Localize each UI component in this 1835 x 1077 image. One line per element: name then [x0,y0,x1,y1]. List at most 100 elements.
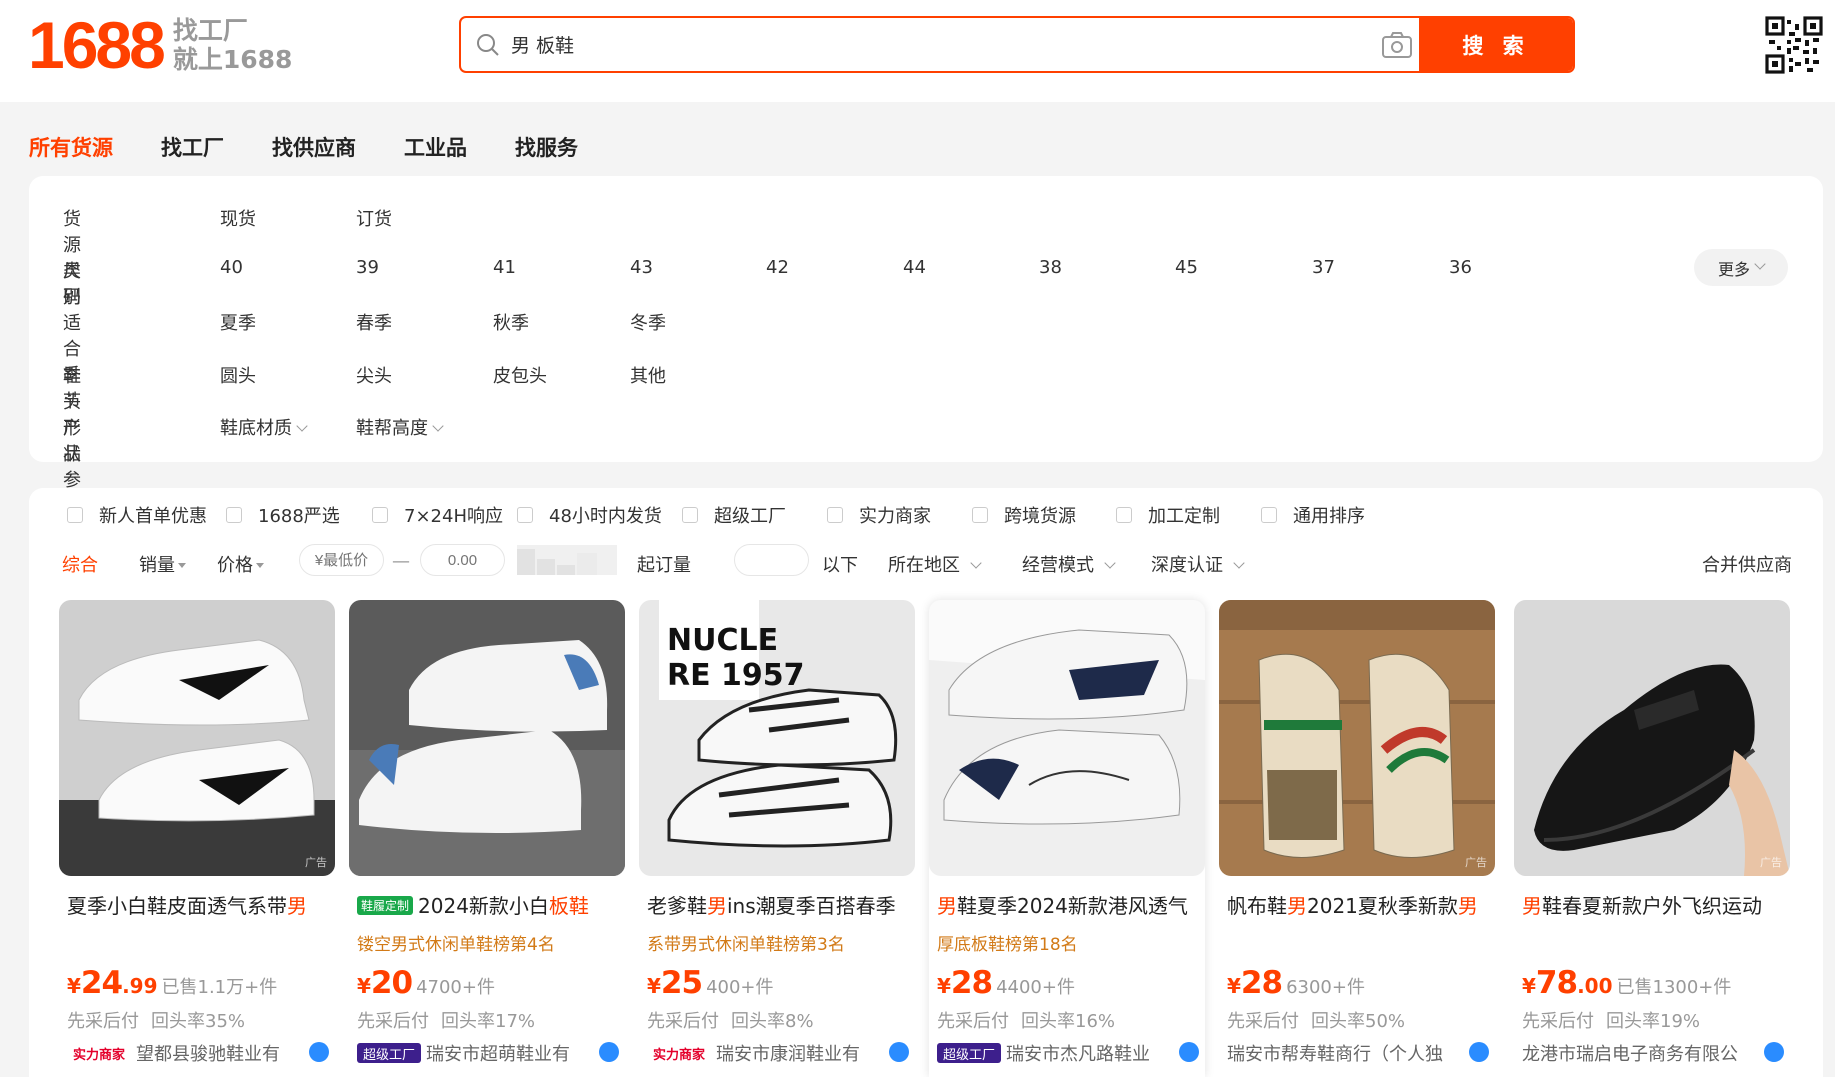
filter-option[interactable]: 37 [1312,257,1335,278]
product-title[interactable]: 男鞋春夏新款户外飞织运动 [1522,890,1784,918]
checkbox-box[interactable] [226,507,242,523]
checkbox-strength-merchant[interactable]: 实力商家 [827,502,972,528]
tab-find-factory[interactable]: 找工厂 [161,132,224,162]
checkbox-cross-border[interactable]: 跨境货源 [972,502,1116,528]
region-dropdown[interactable]: 所在地区 [888,551,982,577]
chat-icon[interactable] [599,1042,619,1062]
product-card[interactable]: 鞋履定制 2024新款小白板鞋 镂空男式休闲单鞋榜第4名 ¥20 4700+件 先采… [349,600,625,1077]
product-title[interactable]: 老爹鞋男ins潮夏季百搭春季 [647,890,909,918]
param-dropdown-upper-height[interactable]: 鞋帮高度 [356,414,444,440]
chat-icon[interactable] [309,1042,329,1062]
logo[interactable]: 1688 找工厂 就上1688 [28,12,292,78]
checkbox-box[interactable] [1261,507,1277,523]
chat-icon[interactable] [889,1042,909,1062]
rank-text[interactable]: 厚底板鞋榜第18名 [937,930,1078,955]
checkbox-box[interactable] [67,507,83,523]
depth-cert-dropdown[interactable]: 深度认证 [1151,551,1245,577]
search-button[interactable]: 搜 索 [1419,18,1573,71]
product-card[interactable]: 广告 夏季小白鞋皮面透气系带男 ¥24.99 已售1.1万+件 先采后付 回头率35… [59,600,335,1077]
filter-option[interactable]: 45 [1175,257,1198,278]
checkbox-custom-processing[interactable]: 加工定制 [1116,502,1261,528]
checkbox-general-sort[interactable]: 通用排序 [1261,502,1365,528]
filter-option[interactable]: 41 [493,257,516,278]
filter-option[interactable]: 43 [630,257,653,278]
rank-text[interactable]: 镂空男式休闲单鞋榜第4名 [357,930,555,955]
product-card[interactable]: 广告 帆布鞋男2021夏秋季新款男 ¥28 6300+件 先采后付 回头率50% 瑞… [1219,600,1495,1077]
filter-option[interactable]: 44 [903,257,926,278]
tab-find-service[interactable]: 找服务 [515,132,578,162]
search-input[interactable] [511,18,1511,71]
biz-mode-dropdown[interactable]: 经营模式 [1022,551,1116,577]
checkbox-box[interactable] [827,507,843,523]
tab-industrial[interactable]: 工业品 [404,132,467,162]
checkbox-super-factory[interactable]: 超级工厂 [682,502,827,528]
shop-name[interactable]: 实力商家 瑞安市康润鞋业有 [647,1040,907,1066]
product-image[interactable]: 广告 [1514,600,1790,876]
filter-option[interactable]: 圆头 [220,362,256,388]
max-price-input[interactable] [420,544,505,576]
merge-suppliers-toggle[interactable]: 合并供应商 [1702,551,1792,577]
moq-input[interactable] [734,544,809,576]
filter-option[interactable]: 39 [356,257,379,278]
filter-option[interactable]: 尖头 [356,362,392,388]
checkbox-24h-response[interactable]: 7×24H响应 [372,502,517,528]
checkbox-box[interactable] [972,507,988,523]
filter-option[interactable]: 冬季 [630,309,666,335]
filter-option[interactable]: 其他 [630,362,666,388]
product-card[interactable]: 男鞋夏季2024新款港风透气 厚底板鞋榜第18名 ¥28 4400+件 先采后付回… [929,600,1205,1077]
shop-name[interactable]: 瑞安市帮寿鞋商行（个人独 [1227,1040,1487,1066]
chat-icon[interactable] [1469,1042,1489,1062]
param-dropdown-sole-material[interactable]: 鞋底材质 [220,414,308,440]
product-image[interactable]: NUCLE RE 1957 [639,600,915,876]
shop-name[interactable]: 超级工厂 瑞安市超萌鞋业有 [357,1040,617,1066]
checkbox-1688-select[interactable]: 1688严选 [226,502,372,528]
filter-option[interactable]: 春季 [356,309,392,335]
price: ¥25 400+件 [647,965,774,1001]
filter-option[interactable]: 皮包头 [493,362,547,388]
shop-name[interactable]: 超级工厂 瑞安市杰凡路鞋业 [937,1040,1197,1066]
chat-icon[interactable] [1764,1042,1784,1062]
checkbox-box[interactable] [1116,507,1132,523]
product-title[interactable]: 夏季小白鞋皮面透气系带男 [67,890,329,918]
filter-option[interactable]: 38 [1039,257,1062,278]
filter-option[interactable]: 42 [766,257,789,278]
shop-name[interactable]: 龙港市瑞启电子商务有限公 [1522,1040,1782,1066]
product-image[interactable] [929,600,1205,876]
product-title[interactable]: 男鞋夏季2024新款港风透气 [937,890,1199,918]
filter-option[interactable]: 夏季 [220,309,256,335]
checkbox-box[interactable] [517,507,533,523]
checkbox-48h-ship[interactable]: 48小时内发货 [517,502,682,528]
chevron-down-icon [296,420,308,432]
chevron-down-icon [1233,557,1245,569]
sort-price[interactable]: 价格 [217,551,264,577]
sort-comprehensive[interactable]: 综合 [62,551,98,577]
tab-all-sources[interactable]: 所有货源 [29,132,113,162]
badge-strength-merchant: 实力商家 [653,1047,706,1063]
product-image[interactable] [349,600,625,876]
tab-find-supplier[interactable]: 找供应商 [272,132,356,162]
min-price-input[interactable] [299,544,384,576]
filter-option[interactable]: 现货 [220,205,256,231]
product-title[interactable]: 鞋履定制 2024新款小白板鞋 [357,890,619,918]
product-card[interactable]: NUCLE RE 1957 老爹鞋男ins潮夏季百搭春季 系带男式休闲单鞋榜第3名… [639,600,915,1077]
rank-text[interactable]: 系带男式休闲单鞋榜第3名 [647,930,845,955]
checkbox-box[interactable] [372,507,388,523]
checkbox-new-user-offer[interactable]: 新人首单优惠 [67,502,226,528]
checkbox-box[interactable] [682,507,698,523]
slogan-line-2: 就上1688 [172,45,293,74]
product-image[interactable]: 广告 [1219,600,1495,876]
size-more-button[interactable]: 更多 [1694,249,1788,286]
chat-icon[interactable] [1179,1042,1199,1062]
sort-sales[interactable]: 销量 [139,551,186,577]
camera-icon[interactable] [1381,30,1413,60]
filter-option[interactable]: 36 [1449,257,1472,278]
ad-label: 广告 [1465,856,1487,869]
product-card[interactable]: 广告 男鞋春夏新款户外飞织运动 ¥78.00 已售1300+件 先采后付 回头率19… [1514,600,1790,1077]
filter-option[interactable]: 40 [220,257,243,278]
qr-code-icon[interactable] [1765,16,1823,74]
product-image[interactable]: 广告 [59,600,335,876]
product-title[interactable]: 帆布鞋男2021夏秋季新款男 [1227,890,1489,918]
filter-option[interactable]: 订货 [356,205,392,231]
filter-option[interactable]: 秋季 [493,309,529,335]
shop-name[interactable]: 实力商家 望都县骏驰鞋业有 [67,1040,327,1066]
